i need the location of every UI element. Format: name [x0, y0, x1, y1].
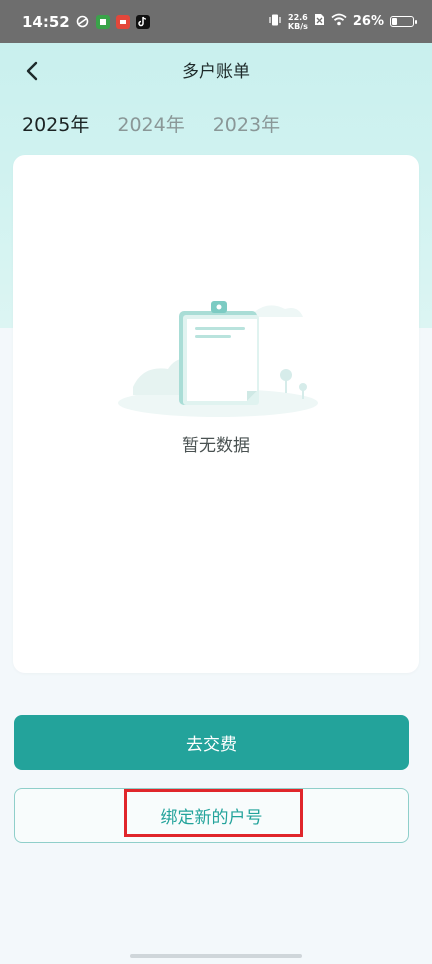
year-tabs: 2025年 2024年 2023年	[22, 110, 280, 137]
empty-clipboard-illustration	[113, 295, 323, 420]
nav-bar: 多户账单	[0, 43, 432, 99]
app-notification-icon-2	[115, 14, 130, 29]
no-sim-icon	[314, 13, 325, 30]
status-bar: 14:52 22.6 KB/s 26%	[0, 0, 432, 43]
page-title: 多户账单	[182, 62, 250, 82]
net-speed-value: 22.6	[288, 12, 308, 22]
home-indicator	[130, 954, 302, 958]
tab-year-2024[interactable]: 2024年	[117, 110, 184, 137]
tiktok-icon	[135, 14, 150, 29]
sync-icon	[76, 15, 90, 29]
battery-icon	[390, 16, 417, 27]
wifi-icon	[331, 13, 347, 30]
tab-year-2023[interactable]: 2023年	[213, 110, 280, 137]
status-left: 14:52	[22, 13, 150, 31]
bind-new-account-button[interactable]: 绑定新的户号	[14, 788, 409, 843]
status-right: 22.6 KB/s 26%	[268, 13, 417, 31]
battery-percent: 26%	[352, 14, 384, 29]
tab-year-2025[interactable]: 2025年	[22, 110, 89, 137]
status-time: 14:52	[22, 12, 70, 31]
bind-button-label: 绑定新的户号	[160, 808, 263, 828]
bill-list-card: 暂无数据	[13, 155, 419, 673]
app-notification-icon	[95, 14, 110, 29]
vibrate-icon	[268, 13, 282, 31]
net-speed: 22.6 KB/s	[288, 13, 308, 31]
pay-button-label: 去交费	[186, 735, 237, 755]
empty-state-text: 暂无数据	[182, 436, 250, 456]
pay-button[interactable]: 去交费	[14, 715, 409, 770]
net-speed-unit: KB/s	[287, 21, 308, 31]
